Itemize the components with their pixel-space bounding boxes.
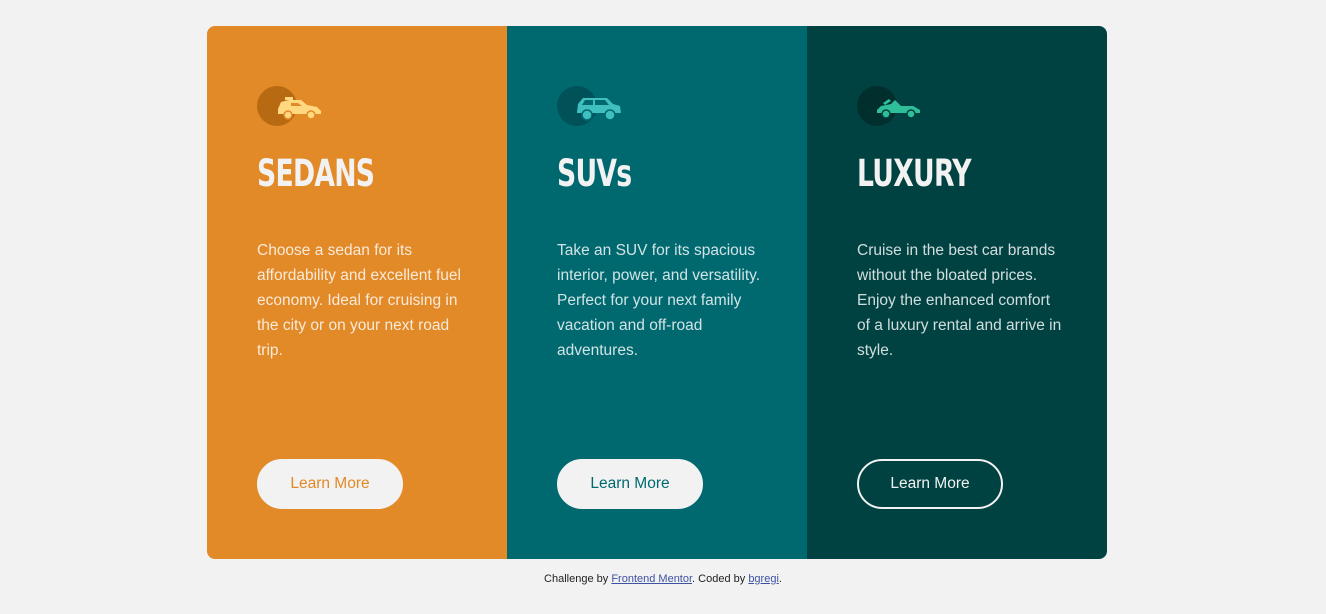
card-suvs: SUVs Take an SUV for its spacious interi…: [507, 26, 807, 559]
learn-more-button-luxury[interactable]: Learn More: [857, 459, 1003, 509]
card-sedans: SEDANS Choose a sedan for its affordabil…: [207, 26, 507, 559]
attribution-footer: Challenge by Frontend Mentor. Coded by b…: [0, 573, 1326, 585]
footer-middle: . Coded by: [692, 573, 749, 585]
footer-suffix: .: [778, 573, 782, 585]
card-description-luxury: Cruise in the best car brands without th…: [857, 242, 1062, 359]
author-link[interactable]: bgregi: [748, 573, 779, 585]
footer-prefix: Challenge by: [544, 573, 612, 585]
learn-more-button-suvs[interactable]: Learn More: [557, 459, 703, 509]
card-luxury: LUXURY Cruise in the best car brands wit…: [807, 26, 1107, 559]
luxury-car-icon: [857, 86, 923, 126]
sedan-car-icon: [257, 86, 323, 126]
card-title-suvs: SUVs: [557, 152, 632, 195]
frontend-mentor-link[interactable]: Frontend Mentor: [611, 573, 692, 585]
card-title-luxury: LUXURY: [857, 152, 972, 195]
card-description-suvs: Take an SUV for its spacious interior, p…: [557, 242, 761, 359]
learn-more-button-sedans[interactable]: Learn More: [257, 459, 403, 509]
card-title-sedans: SEDANS: [257, 152, 375, 195]
suv-car-icon: [557, 86, 623, 126]
car-category-cards: SEDANS Choose a sedan for its affordabil…: [207, 26, 1107, 559]
card-description-sedans: Choose a sedan for its affordability and…: [257, 242, 461, 359]
